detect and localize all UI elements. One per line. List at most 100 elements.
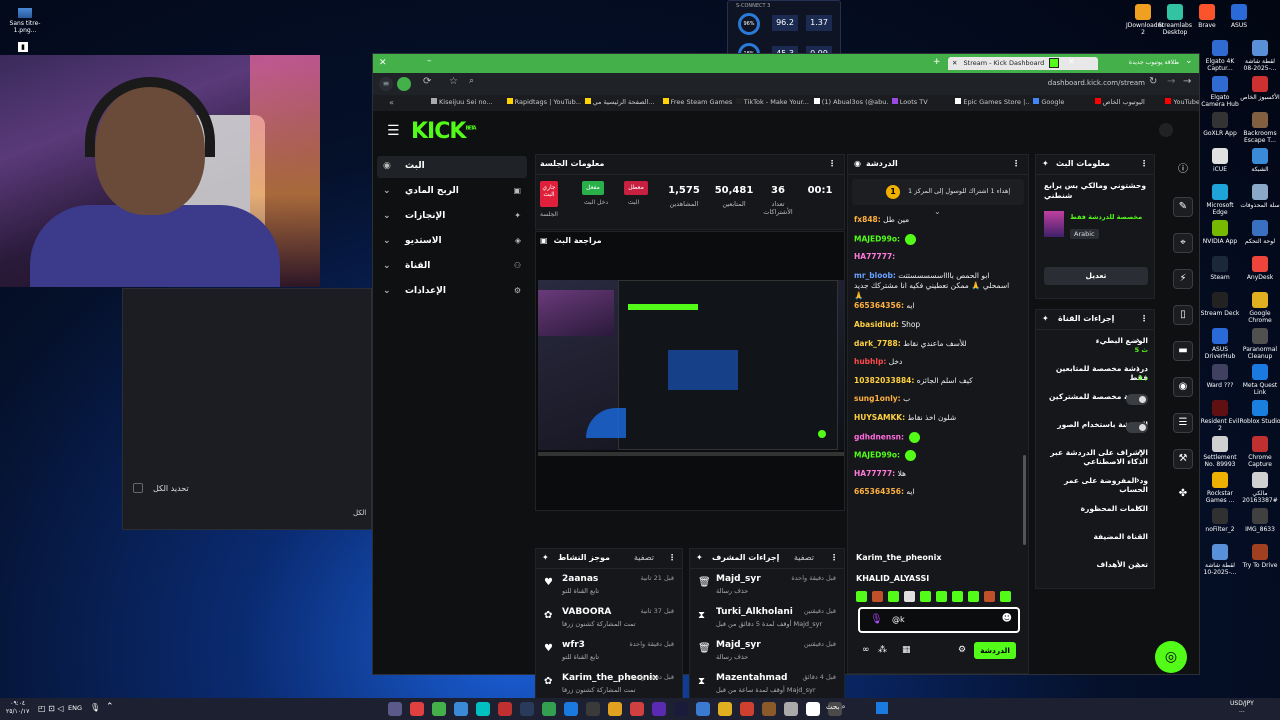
chat-message[interactable]: HA77777:	[854, 252, 1014, 270]
bookmark-star-icon[interactable]: ☆	[449, 76, 458, 87]
channel-action-row[interactable]: القناة المضيفة	[1036, 528, 1154, 552]
taskbar-app-icon[interactable]	[784, 702, 798, 716]
desktop-icon[interactable]: Elgato Camera Hub	[1198, 76, 1242, 108]
tab-close-icon[interactable]: ✕	[1068, 57, 1075, 66]
taskbar-app-icon[interactable]	[652, 702, 666, 716]
desktop-icon[interactable]: Chrome Capture	[1238, 436, 1280, 468]
chat-username[interactable]: hubhlp:	[854, 357, 886, 366]
bookmark-item[interactable]: Free Steam Games	[662, 98, 732, 106]
list-item[interactable]: ♥ 2aanas تابع القناة للتو قبل 21 ثانية	[536, 571, 682, 605]
emote-icon[interactable]	[856, 591, 867, 602]
tablet-icon[interactable]: ▯	[1173, 305, 1193, 325]
taskbar-app-icon[interactable]	[674, 702, 688, 716]
tab-inactive[interactable]: طلاقة يوتيوب جديدة	[1113, 57, 1179, 70]
bookmark-item[interactable]: الصفحة الرئيسية مي...	[584, 98, 659, 106]
bookmarks-chevron-icon[interactable]: «	[389, 98, 394, 107]
clock[interactable]: ٠٩:٠٤ ٢٥/١٠/١٧	[6, 700, 29, 716]
emoji-icon[interactable]: ☻	[1002, 613, 1012, 624]
desktop-icon[interactable]: IMG_8633	[1238, 508, 1280, 533]
puzzle-icon[interactable]: ✤	[1173, 485, 1193, 505]
chat-message[interactable]: gdhdnensn:	[854, 431, 1014, 450]
chat-message[interactable]: HA77777: هلا	[854, 469, 1014, 487]
avatar[interactable]	[1159, 123, 1173, 137]
taskbar-app-icon[interactable]	[520, 702, 534, 716]
desktop-icon[interactable]: Brave	[1190, 4, 1224, 29]
bookmark-item[interactable]: Epic Games Store |...	[955, 98, 1029, 106]
taskbar-app-icon[interactable]	[586, 702, 600, 716]
emote-icon[interactable]	[888, 591, 899, 602]
nav-item[interactable]: ⌄ الإعدادات ⚙	[377, 281, 527, 303]
desktop-icon[interactable]: Steam	[1198, 256, 1242, 281]
chat-message[interactable]: HUYSAMKK: شلون اخذ نقاط	[854, 413, 1014, 431]
chat-username[interactable]: 665364356:	[854, 487, 904, 496]
taskbar-app-icon[interactable]	[542, 702, 556, 716]
chevron-right-icon[interactable]: ›	[1136, 560, 1140, 570]
tray-chevron-icon[interactable]: ⌃	[106, 702, 114, 712]
channel-action-row[interactable]: الإشراف على الدردشة عبر الذكاء الاصطناعي…	[1036, 444, 1154, 468]
mention-suggestion[interactable]: Karim_the_pheonix	[856, 553, 942, 562]
url-field[interactable]: dashboard.kick.com/stream	[973, 76, 1145, 92]
chat-scrollbar[interactable]	[1023, 455, 1026, 545]
nav-item[interactable]: ⌄ القناة ⚇	[377, 256, 527, 278]
windows-start-icon[interactable]	[876, 702, 888, 714]
close-window-icon[interactable]: ✕	[379, 58, 387, 68]
more-icon[interactable]: ⋮	[1140, 159, 1148, 168]
desktop-icon[interactable]: ASUS	[1222, 4, 1256, 29]
chat-message[interactable]: MAJED99o:	[854, 450, 1014, 468]
more-icon[interactable]: ⋮	[668, 553, 676, 562]
crosshair-icon[interactable]: ⌖	[1173, 233, 1193, 253]
tab-close-icon[interactable]: ✕	[952, 59, 957, 67]
chat-username[interactable]: HA77777:	[854, 252, 895, 261]
chat-username[interactable]: 665364356:	[854, 301, 904, 310]
list-item[interactable]: 🗑 Majd_syr حذف رسالة قبل دقيقتين	[690, 637, 844, 671]
list-item[interactable]: 🗑 Majd_syr حذف رسالة قبل دقيقة واحدة	[690, 571, 844, 605]
taskbar-app-icon[interactable]	[806, 702, 820, 716]
mod-filter-button[interactable]: تصفية	[794, 553, 814, 562]
taskbar-app-icon[interactable]	[454, 702, 468, 716]
taskbar-app-icon[interactable]	[498, 702, 512, 716]
chevron-right-icon[interactable]: ›	[1136, 476, 1140, 486]
bookmark-item[interactable]: (1) Abual3os (@abu...	[813, 98, 888, 106]
hamburger-icon[interactable]: ☰	[387, 123, 400, 139]
emote-icon[interactable]	[872, 591, 883, 602]
chat-username[interactable]: MAJED99o:	[854, 451, 900, 460]
desktop-icon[interactable]: مالكي #20163387	[1238, 472, 1280, 504]
chat-bubble-icon[interactable]: ▬	[1173, 341, 1193, 361]
more-icon[interactable]: ⋮	[830, 553, 838, 562]
desktop-icon[interactable]: الأكسبوز الخاص	[1238, 76, 1280, 101]
send-chat-button[interactable]: الدردشة	[974, 642, 1016, 659]
chevron-right-icon[interactable]: ›	[1136, 336, 1140, 346]
desktop-icon[interactable]: الشبكة	[1238, 148, 1280, 173]
chat-message[interactable]: fx848: مين طل	[854, 215, 1014, 233]
tab-menu-icon[interactable]: ⌄	[1185, 56, 1193, 66]
desktop-icon[interactable]: Rockstar Games ...	[1198, 472, 1242, 504]
external-link-icon[interactable]: ↗	[1136, 448, 1143, 457]
new-tab-icon[interactable]: +	[933, 57, 941, 67]
nav-item[interactable]: ⌄ الاستديو ◈	[377, 231, 527, 253]
chat-message[interactable]: 665364356: ايه	[854, 487, 1014, 505]
desktop-icon[interactable]: Try To Drive	[1238, 544, 1280, 569]
chat-message[interactable]: MAJED99o:	[854, 233, 1014, 252]
list-icon[interactable]: ☰	[1173, 413, 1193, 433]
chat-username[interactable]: sung1only:	[854, 394, 901, 403]
emote-icon[interactable]	[984, 591, 995, 602]
category-thumbnail[interactable]	[1044, 211, 1064, 237]
more-icon[interactable]: ⋮	[1012, 159, 1020, 168]
pin-icon[interactable]: ✦	[1042, 314, 1049, 323]
mic-icon[interactable]: 🎙	[870, 614, 883, 625]
edit-stream-button[interactable]: تعديل	[1044, 267, 1148, 285]
desktop-icon[interactable]: Elgato 4K Captur...	[1198, 40, 1242, 72]
taskbar-app-icon[interactable]	[718, 702, 732, 716]
desktop-icon[interactable]: لوحة التحكم	[1238, 220, 1280, 245]
info-icon[interactable]: ⓘ	[1173, 161, 1193, 181]
app-icon[interactable]: ▮	[18, 42, 28, 52]
bookmark-item[interactable]: YouTube	[1165, 98, 1199, 106]
channel-action-row[interactable]: تعيين الأهداف ›	[1036, 556, 1154, 580]
desktop-icon[interactable]: noFilter_2	[1198, 508, 1242, 533]
search-box[interactable]: بحث ⌕	[826, 703, 866, 716]
desktop-icon[interactable]: Backrooms Escape T...	[1238, 112, 1280, 144]
desktop-icon[interactable]: Settlement No. 89993	[1198, 436, 1242, 468]
list-item[interactable]: ⧗ Turki_Alkholani أوقف لمدة 5 دقائق من قبل…	[690, 604, 844, 638]
chevron-right-icon[interactable]: ›	[1136, 504, 1140, 514]
bookmark-item[interactable]: Loots TV	[891, 98, 952, 106]
